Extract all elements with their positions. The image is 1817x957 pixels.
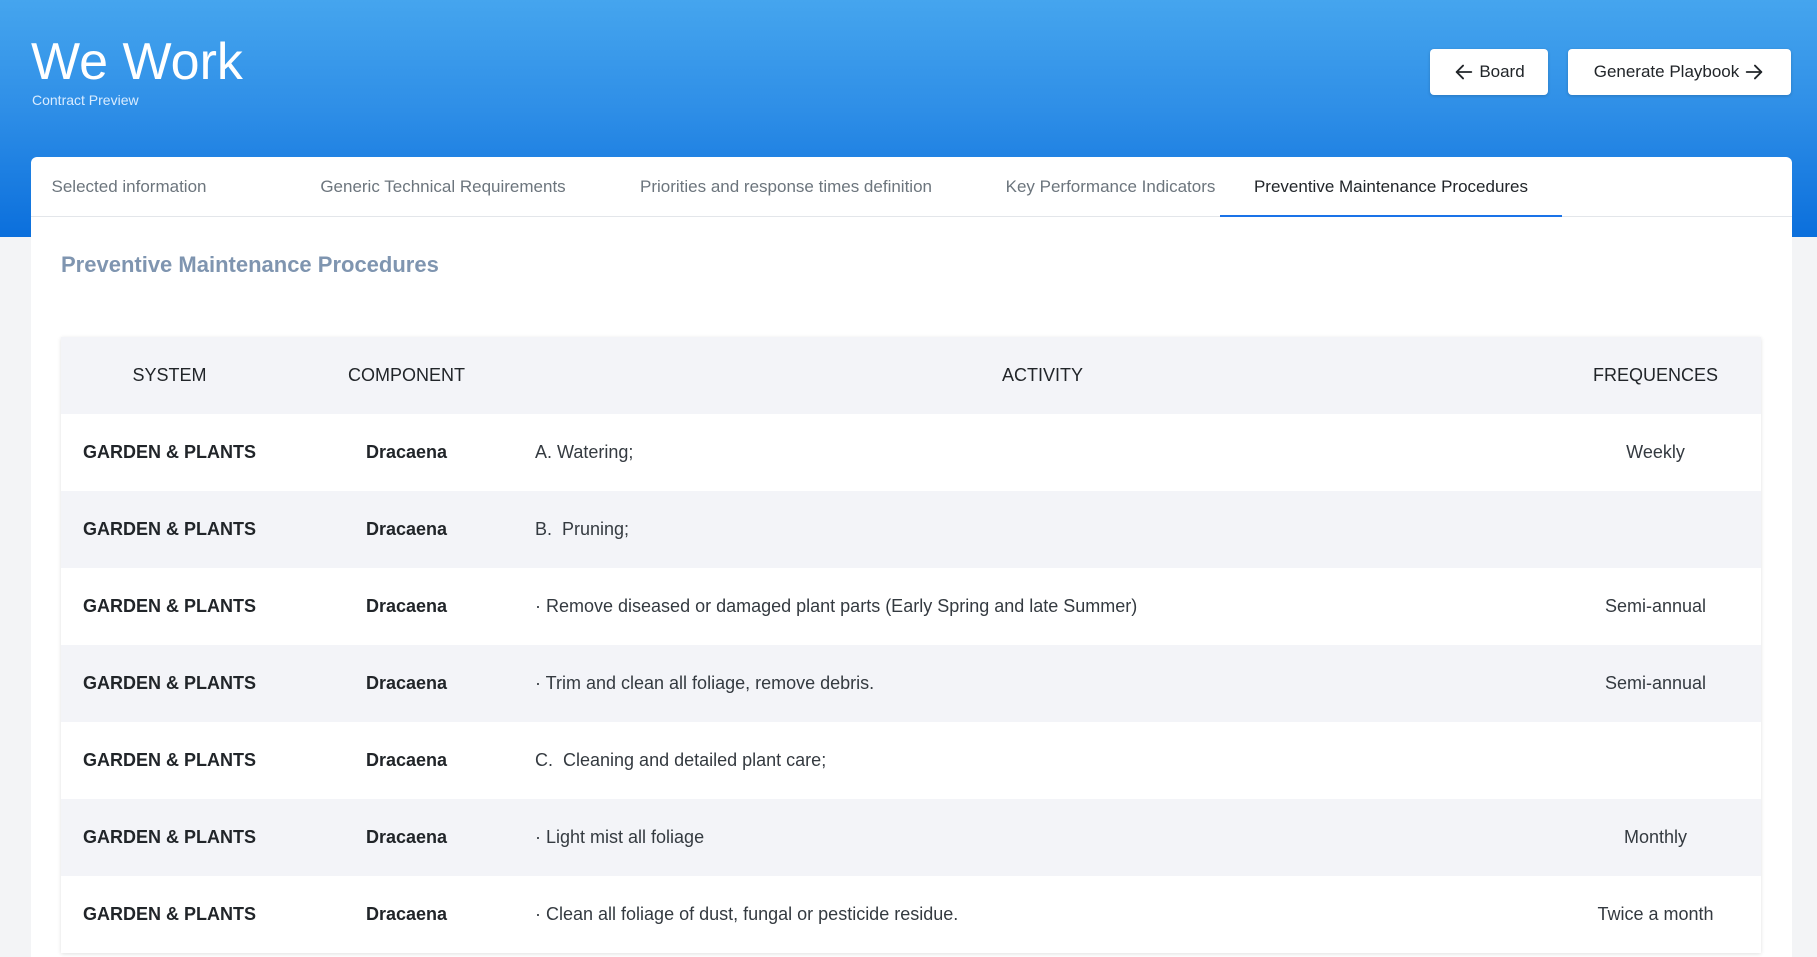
cell-frequency: Weekly — [1626, 442, 1685, 462]
table-row: GARDEN & PLANTS Dracaena · Light mist al… — [61, 799, 1761, 876]
board-button-label: Board — [1479, 62, 1525, 81]
generate-playbook-button[interactable]: Generate Playbook — [1568, 49, 1791, 95]
tab-selected-information[interactable]: Selected information — [31, 157, 227, 217]
arrow-left-icon — [1453, 61, 1475, 83]
cell-frequency: Semi-annual — [1604, 596, 1707, 616]
cell-system: GARDEN & PLANTS — [82, 673, 256, 693]
cell-activity: · Light mist all foliage — [535, 827, 705, 847]
cell-system: GARDEN & PLANTS — [82, 827, 256, 847]
section-title: Preventive Maintenance Procedures — [61, 252, 439, 277]
table-row: GARDEN & PLANTS Dracaena · Remove diseas… — [61, 568, 1761, 645]
column-header-activity: ACTIVITY — [1001, 365, 1083, 385]
tab-preventive-maintenance-procedures[interactable]: Preventive Maintenance Procedures — [1220, 157, 1562, 217]
tab-priorities-response-times[interactable]: Priorities and response times definition — [600, 157, 972, 217]
cell-activity: · Remove diseased or damaged plant parts… — [535, 596, 1138, 616]
cell-component: Dracaena — [365, 750, 448, 770]
cell-activity: C. Cleaning and detailed plant care; — [535, 750, 827, 770]
cell-component: Dracaena — [365, 442, 448, 462]
table-header: SYSTEM COMPONENT ACTIVITY FREQUENCES — [61, 337, 1761, 414]
table-row: GARDEN & PLANTS Dracaena B. Pruning; — [61, 491, 1761, 568]
tab-bar: Selected information Generic Technical R… — [31, 157, 1792, 217]
table-row: GARDEN & PLANTS Dracaena C. Cleaning and… — [61, 722, 1761, 799]
cell-system: GARDEN & PLANTS — [82, 904, 256, 924]
content-card: Selected information Generic Technical R… — [31, 157, 1792, 957]
board-button[interactable]: Board — [1430, 49, 1548, 95]
cell-component: Dracaena — [365, 673, 448, 693]
cell-system: GARDEN & PLANTS — [82, 750, 256, 770]
cell-component: Dracaena — [365, 904, 448, 924]
cell-frequency: Semi-annual — [1604, 673, 1707, 693]
cell-component: Dracaena — [365, 519, 448, 539]
column-header-component: COMPONENT — [348, 365, 465, 385]
tab-generic-technical-requirements[interactable]: Generic Technical Requirements — [287, 157, 599, 217]
table-body: GARDEN & PLANTS Dracaena A. Watering; We… — [61, 414, 1761, 953]
cell-frequency: Twice a month — [1597, 904, 1714, 924]
cell-system: GARDEN & PLANTS — [82, 519, 256, 539]
table-row: GARDEN & PLANTS Dracaena · Clean all fol… — [61, 876, 1761, 953]
cell-system: GARDEN & PLANTS — [82, 442, 256, 462]
app-subtitle: Contract Preview — [32, 92, 139, 108]
column-header-frequency: FREQUENCES — [1592, 365, 1718, 385]
cell-activity: · Trim and clean all foliage, remove deb… — [535, 673, 875, 693]
cell-frequency: Monthly — [1623, 827, 1688, 847]
cell-system: GARDEN & PLANTS — [82, 596, 256, 616]
arrow-right-icon — [1743, 61, 1765, 83]
cell-activity: A. Watering; — [535, 442, 634, 462]
cell-activity: · Clean all foliage of dust, fungal or p… — [535, 904, 959, 924]
table-row: GARDEN & PLANTS Dracaena · Trim and clea… — [61, 645, 1761, 722]
column-header-system: SYSTEM — [132, 365, 207, 385]
tab-key-performance-indicators[interactable]: Key Performance Indicators — [958, 157, 1263, 217]
procedures-table: SYSTEM COMPONENT ACTIVITY FREQUENCES GAR… — [61, 337, 1761, 953]
app-title: We Work — [31, 33, 243, 91]
cell-component: Dracaena — [365, 827, 448, 847]
cell-component: Dracaena — [365, 596, 448, 616]
table-row: GARDEN & PLANTS Dracaena A. Watering; We… — [61, 414, 1761, 491]
cell-activity: B. Pruning; — [535, 519, 630, 539]
generate-playbook-button-label: Generate Playbook — [1593, 62, 1740, 81]
